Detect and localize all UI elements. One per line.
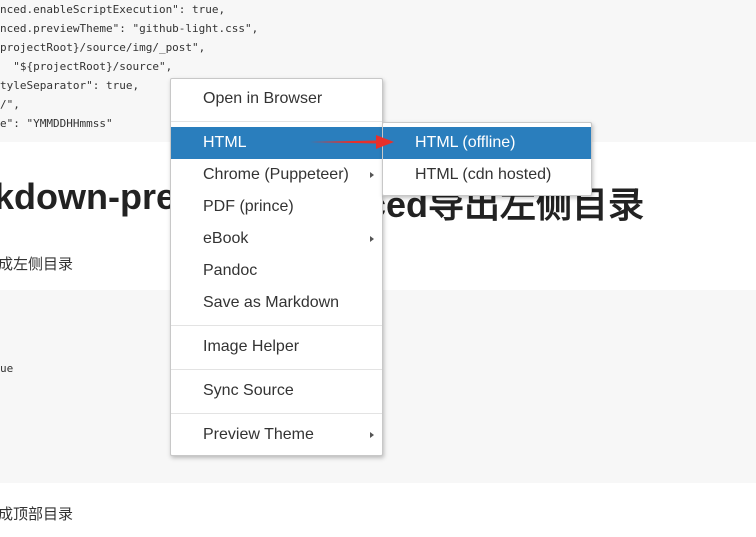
menu-separator xyxy=(171,325,382,326)
code-line: tyleSeparator": true, xyxy=(0,79,140,92)
submenu-arrow-icon xyxy=(370,172,374,178)
menu-separator xyxy=(171,369,382,370)
menu-item-pdf-prince[interactable]: PDF (prince) xyxy=(171,191,382,223)
code-line: ue xyxy=(0,362,14,375)
menu-item-preview-theme[interactable]: Preview Theme xyxy=(171,419,382,451)
menu-separator xyxy=(171,121,382,122)
menu-item-ebook[interactable]: eBook xyxy=(171,223,382,255)
submenu-arrow-icon xyxy=(370,236,374,242)
menu-item-label: Chrome (Puppeteer) xyxy=(203,166,349,183)
submenu-item-html-cdn-hosted[interactable]: HTML (cdn hosted) xyxy=(383,159,591,191)
menu-item-chrome-puppeteer[interactable]: Chrome (Puppeteer) xyxy=(171,159,382,191)
code-line: e": "YMMDDHHmmss" xyxy=(0,117,113,130)
code-line: nced.enableScriptExecution": true, xyxy=(0,3,226,16)
menu-item-pandoc[interactable]: Pandoc xyxy=(171,255,382,287)
heading-left-text: kdown-pre xyxy=(0,176,177,217)
submenu-arrow-icon xyxy=(370,432,374,438)
menu-item-image-helper[interactable]: Image Helper xyxy=(171,331,382,363)
menu-item-label: eBook xyxy=(203,230,249,247)
menu-separator xyxy=(171,413,382,414)
paragraph: 成顶部目录 xyxy=(0,506,74,523)
annotation-arrow-icon xyxy=(310,135,394,149)
page-heading: kdown-pre ced导出左侧目录 xyxy=(0,176,644,225)
code-line: /", xyxy=(0,98,20,111)
code-line: projectRoot}/source/img/_post", xyxy=(0,41,206,54)
menu-item-open-in-browser[interactable]: Open in Browser xyxy=(171,83,382,115)
code-line: nced.previewTheme": "github-light.css", xyxy=(0,22,259,35)
menu-item-sync-source[interactable]: Sync Source xyxy=(171,375,382,407)
code-line: "${projectRoot}/source", xyxy=(0,60,173,73)
paragraph: 成左侧目录 xyxy=(0,256,74,273)
html-submenu: HTML (offline) HTML (cdn hosted) xyxy=(382,122,592,196)
submenu-item-html-offline[interactable]: HTML (offline) xyxy=(383,127,591,159)
menu-item-label: Preview Theme xyxy=(203,426,314,443)
menu-item-save-as-markdown[interactable]: Save as Markdown xyxy=(171,287,382,319)
